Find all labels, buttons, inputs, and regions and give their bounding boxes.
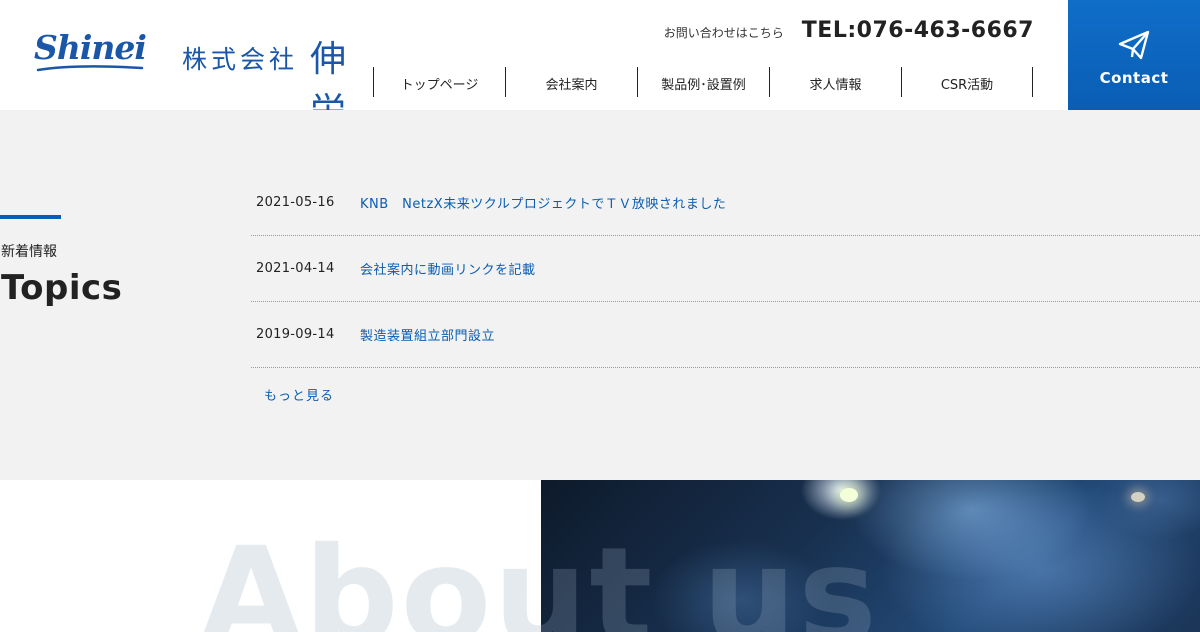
- nav-label: 製品例･設置例: [661, 77, 746, 93]
- news-title-link[interactable]: KNB NetzX未来ツクルプロジェクトでＴＶ放映されました: [360, 193, 726, 212]
- nav-item-recruit[interactable]: 求人情報: [769, 67, 901, 97]
- nav-item-csr[interactable]: CSR活動: [901, 67, 1033, 97]
- global-nav: トップページ 会社案内 製品例･設置例 求人情報 CSR活動: [373, 67, 1033, 97]
- about-section: About us: [0, 480, 1200, 632]
- news-item[interactable]: 2021-04-14 会社案内に動画リンクを記載: [251, 236, 1200, 302]
- contact-label: お問い合わせはこちら: [663, 26, 784, 40]
- section-accent-bar: [0, 215, 61, 219]
- logo-company-prefix: 株式会社: [182, 45, 299, 74]
- contact-info: お問い合わせはこちら TEL:076-463-6667: [664, 18, 1034, 43]
- news-item[interactable]: 2021-05-16 KNB NetzX未来ツクルプロジェクトでＴＶ放映されまし…: [251, 170, 1200, 236]
- nav-item-products[interactable]: 製品例･設置例: [637, 67, 769, 97]
- logo-swoosh-icon: [36, 65, 144, 72]
- site-header: Shinei 株式会社 伸栄 お問い合わせはこちら TEL:076-463-66…: [0, 0, 1200, 132]
- topics-title: Topics: [1, 268, 123, 308]
- contact-button[interactable]: Contact: [1068, 0, 1200, 110]
- topics-section: 新着情報 Topics 2021-05-16 KNB NetzX未来ツクルプロジ…: [0, 110, 1200, 480]
- nav-item-company[interactable]: 会社案内: [505, 67, 637, 97]
- news-date: 2021-04-14: [256, 261, 335, 276]
- news-date: 2021-05-16: [256, 195, 335, 210]
- nav-label: トップページ: [400, 77, 479, 93]
- nav-label: CSR活動: [940, 77, 994, 93]
- about-heading: About us: [200, 519, 879, 632]
- paper-plane-icon: [1118, 30, 1150, 60]
- nav-label: 求人情報: [809, 77, 862, 93]
- news-date: 2019-09-14: [256, 327, 335, 342]
- news-item[interactable]: 2019-09-14 製造装置組立部門設立: [251, 302, 1200, 368]
- news-title-link[interactable]: 製造装置組立部門設立: [360, 325, 495, 344]
- more-topics-link[interactable]: もっと見る: [264, 385, 334, 404]
- news-title-link[interactable]: 会社案内に動画リンクを記載: [360, 259, 536, 278]
- nav-label: 会社案内: [545, 77, 598, 93]
- news-list: 2021-05-16 KNB NetzX未来ツクルプロジェクトでＴＶ放映されまし…: [251, 170, 1200, 368]
- contact-button-label: Contact: [1099, 69, 1169, 87]
- phone-number[interactable]: TEL:076-463-6667: [802, 18, 1034, 43]
- photo-highlight: [840, 488, 858, 502]
- nav-item-top[interactable]: トップページ: [373, 67, 505, 97]
- topics-subtitle: 新着情報: [1, 244, 57, 260]
- photo-highlight: [1131, 492, 1145, 502]
